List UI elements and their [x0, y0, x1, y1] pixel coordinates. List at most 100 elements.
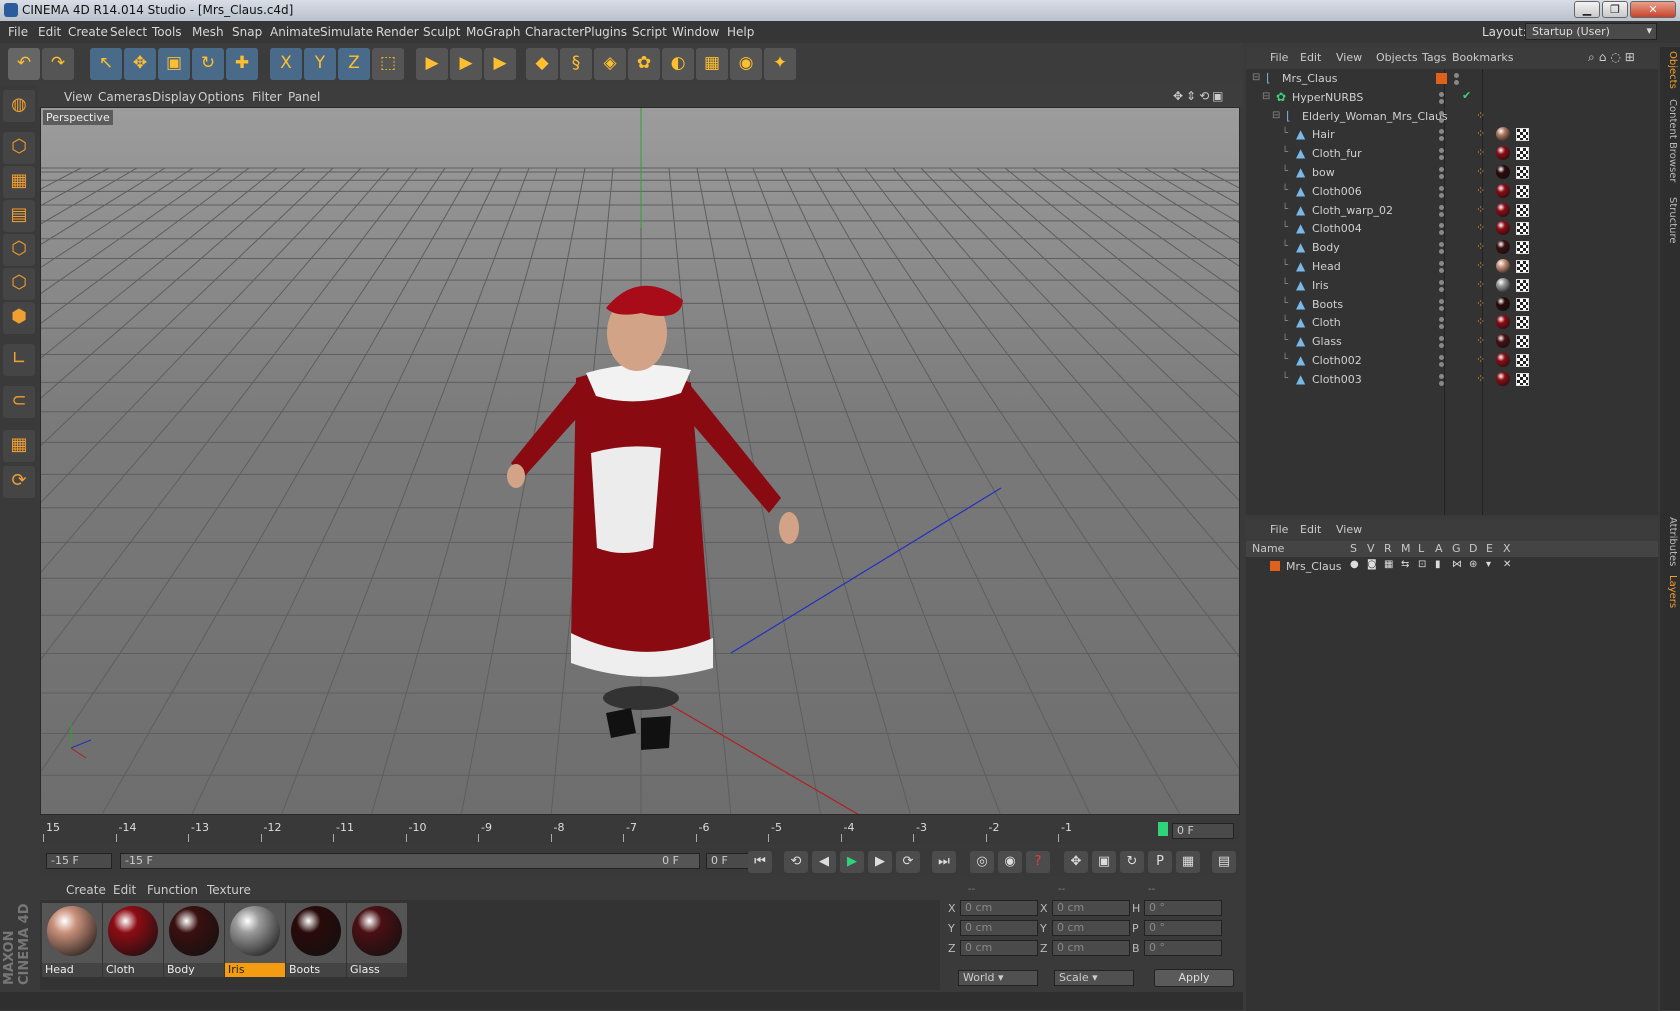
material-tag-icon[interactable]	[1496, 259, 1510, 273]
editor-visibility-dot[interactable]	[1439, 91, 1444, 97]
object-row[interactable]: └ ▲ Boots ⁘	[1246, 295, 1658, 315]
next-key-button[interactable]: ⟳	[896, 851, 920, 873]
coord-mode-select[interactable]: Scale ▾	[1054, 970, 1134, 986]
phong-tag-icon[interactable]: ⁘	[1476, 334, 1485, 347]
material-tag-icon[interactable]	[1496, 165, 1510, 179]
floor-button[interactable]: ▦	[696, 48, 728, 80]
tree-expander[interactable]: └	[1282, 166, 1288, 177]
render-visibility-dot[interactable]	[1439, 98, 1444, 104]
object-row[interactable]: └ ▲ Iris ⁘	[1246, 276, 1658, 296]
viewport-perspective[interactable]: Perspective	[40, 107, 1240, 815]
layer-toggle-icon[interactable]: ✕	[1503, 559, 1511, 570]
phong-tag-icon[interactable]: ⁘	[1476, 221, 1485, 234]
menu-file[interactable]: File	[8, 25, 28, 39]
layer-toggle-icon[interactable]: ⊛	[1469, 559, 1477, 570]
phong-tag-icon[interactable]: ⁘	[1476, 353, 1485, 366]
material-tag-icon[interactable]	[1496, 371, 1510, 386]
material-tag-icon[interactable]	[1496, 277, 1510, 292]
phong-tag-icon[interactable]: ⁘	[1476, 240, 1485, 253]
material-swatch[interactable]: Glass	[347, 903, 407, 977]
uvw-tag-icon[interactable]	[1516, 372, 1529, 386]
menu-animate[interactable]: Animate	[270, 25, 320, 39]
tree-expander[interactable]: ⊟	[1252, 72, 1260, 83]
object-row[interactable]: └ ▲ Hair ⁘	[1246, 125, 1658, 145]
object-row[interactable]: └ ▲ Cloth004 ⁘	[1246, 219, 1658, 239]
editor-visibility-dot[interactable]	[1439, 279, 1444, 285]
uvw-tag-icon[interactable]	[1516, 203, 1529, 217]
prev-frame-button[interactable]: ◀	[812, 851, 836, 873]
layer-toggle-icon[interactable]: ▾	[1486, 559, 1491, 570]
coord-value-field[interactable]: 0 cm	[960, 940, 1038, 956]
render-visibility-dot[interactable]	[1439, 249, 1444, 255]
uvw-tag-icon[interactable]	[1516, 222, 1529, 236]
menu-simulate[interactable]: Simulate	[320, 25, 373, 39]
texture-mode-button[interactable]: ▦	[3, 166, 35, 198]
tree-expander[interactable]: └	[1282, 316, 1288, 327]
material-tag-icon[interactable]	[1496, 183, 1510, 198]
object-row[interactable]: ⊟ ✿ HyperNURBS ✔	[1246, 88, 1658, 108]
object-row[interactable]: ⊟ ⌊ Mrs_Claus	[1246, 69, 1658, 89]
tree-expander[interactable]: └	[1282, 298, 1288, 309]
editor-visibility-dot[interactable]	[1439, 185, 1444, 191]
render-visibility-dot[interactable]	[1439, 117, 1444, 123]
live-select-button[interactable]: ↖	[90, 48, 122, 80]
object-row[interactable]: └ ▲ Head ⁘	[1246, 257, 1658, 277]
objects-menu-bookmarks[interactable]: Bookmarks	[1452, 51, 1513, 64]
timeline-playhead[interactable]	[1158, 822, 1168, 836]
render-visibility-dot[interactable]	[1439, 362, 1444, 367]
camera-button[interactable]: ◉	[730, 48, 762, 80]
pla-key-button[interactable]: ▦	[1176, 851, 1200, 873]
object-row[interactable]: ⊟ ⌊ Elderly_Woman_Mrs_Claus ⁘	[1246, 107, 1658, 127]
axis-mode-button[interactable]: ∟	[3, 344, 35, 376]
start-frame-field[interactable]: -15 F	[46, 853, 112, 869]
material-swatch[interactable]: Boots	[286, 903, 346, 977]
move-button[interactable]: ✥	[124, 48, 156, 80]
render-visibility-dot[interactable]	[1454, 80, 1459, 85]
render-visibility-dot[interactable]	[1439, 192, 1444, 198]
snap-button[interactable]: ⊂	[3, 386, 35, 418]
menu-mesh[interactable]: Mesh	[192, 25, 224, 39]
model-mode-button[interactable]: ⬡	[3, 132, 35, 164]
redo-button[interactable]: ↷	[42, 48, 74, 80]
material-tag-icon[interactable]	[1496, 315, 1510, 330]
phong-tag-icon[interactable]: ⁘	[1476, 109, 1485, 122]
tree-expander[interactable]: └	[1282, 185, 1288, 196]
uvw-tag-icon[interactable]	[1516, 184, 1529, 198]
mograph-button[interactable]: ✿	[628, 48, 660, 80]
editor-visibility-dot[interactable]	[1439, 261, 1444, 266]
object-row[interactable]: └ ▲ Cloth ⁘	[1246, 313, 1658, 333]
layer-toggle-icon[interactable]: ▦	[1384, 559, 1393, 570]
workplane-button[interactable]: ▤	[3, 200, 35, 232]
tree-expander[interactable]: └	[1282, 354, 1288, 365]
param-key-button[interactable]: P	[1148, 851, 1172, 873]
tree-expander[interactable]: └	[1282, 335, 1288, 346]
layers-menu-file[interactable]: File	[1270, 523, 1288, 536]
menu-edit[interactable]: Edit	[38, 25, 61, 39]
record-button[interactable]: ◎	[970, 851, 994, 873]
menu-create[interactable]: Create	[68, 25, 108, 39]
editor-visibility-dot[interactable]	[1439, 317, 1444, 323]
tree-expander[interactable]: └	[1282, 204, 1288, 215]
object-row[interactable]: └ ▲ Glass ⁘	[1246, 332, 1658, 352]
uvw-tag-icon[interactable]	[1516, 128, 1529, 142]
side-tab-structure[interactable]: Structure	[1662, 197, 1678, 244]
material-tag-icon[interactable]	[1496, 202, 1510, 217]
render-visibility-dot[interactable]	[1439, 286, 1444, 292]
objects-menu-tags[interactable]: Tags	[1422, 51, 1446, 64]
object-row[interactable]: └ ▲ Cloth006 ⁘	[1246, 182, 1658, 202]
tree-expander[interactable]: └	[1282, 373, 1288, 384]
editor-visibility-dot[interactable]	[1439, 148, 1444, 154]
tree-expander[interactable]: └	[1282, 128, 1288, 139]
tree-expander[interactable]: ⊟	[1262, 91, 1270, 102]
object-row[interactable]: └ ▲ Cloth003 ⁘	[1246, 370, 1658, 390]
render-visibility-dot[interactable]	[1439, 268, 1444, 273]
material-tag-icon[interactable]	[1496, 296, 1510, 311]
y-axis-button[interactable]: Y	[304, 48, 336, 80]
rotate-key-button[interactable]: ↻	[1120, 851, 1144, 873]
tree-expander[interactable]: └	[1282, 260, 1288, 271]
render-visibility-dot[interactable]	[1439, 174, 1444, 179]
objects-menu-objects[interactable]: Objects	[1376, 51, 1418, 64]
editor-visibility-dot[interactable]	[1439, 223, 1444, 229]
tree-expander[interactable]: ⊟	[1272, 110, 1280, 121]
world-coord-button[interactable]: ⬚	[372, 48, 404, 80]
